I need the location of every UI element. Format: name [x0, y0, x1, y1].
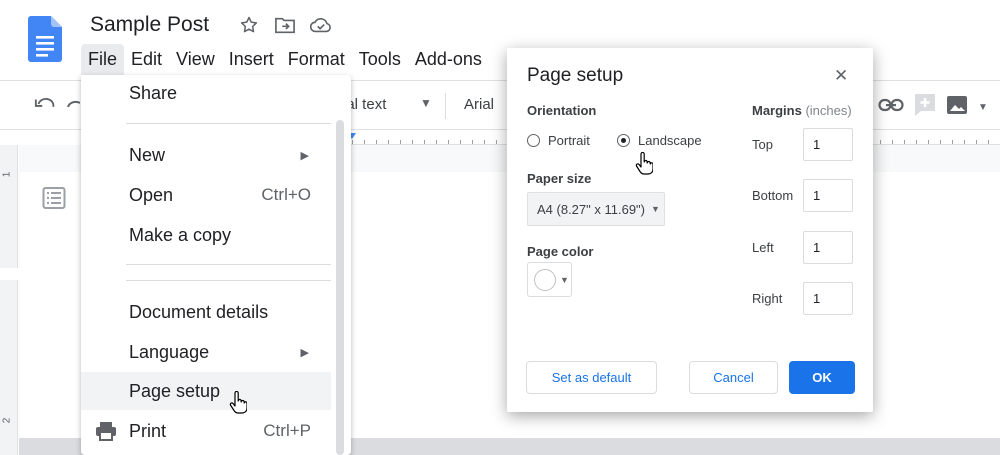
menu-item-language[interactable]: Language ▶	[81, 334, 331, 370]
move-to-folder-icon[interactable]	[274, 14, 296, 36]
menu-item-label: Make a copy	[129, 224, 232, 245]
insert-image-icon[interactable]	[946, 95, 968, 120]
menu-item-open[interactable]: Open Ctrl+O	[81, 177, 331, 213]
page-color-label: Page color	[527, 244, 594, 259]
document-outline-icon[interactable]	[42, 186, 66, 215]
menu-item-label: Page setup	[129, 380, 221, 401]
page-color-picker[interactable]: ▼	[527, 262, 572, 297]
caret-down-icon[interactable]: ▼	[420, 96, 432, 110]
cloud-saved-icon[interactable]	[310, 14, 332, 36]
menubar: File Edit View Insert Format Tools Add-o…	[81, 44, 489, 76]
menu-item-label: Share	[129, 82, 178, 103]
caret-down-icon[interactable]: ▼	[978, 102, 988, 113]
margin-bottom-input[interactable]	[803, 179, 853, 212]
menu-insert[interactable]: Insert	[222, 44, 281, 76]
shortcut-label: Ctrl+O	[261, 185, 311, 204]
docs-logo-icon[interactable]	[28, 16, 62, 62]
margin-label: Top	[752, 137, 773, 152]
set-as-default-button[interactable]: Set as default	[526, 361, 657, 394]
menu-tools[interactable]: Tools	[352, 44, 408, 76]
close-icon[interactable]: ✕	[834, 66, 848, 86]
paper-size-select[interactable]: A4 (8.27" x 11.69") ▼	[527, 192, 665, 226]
radio-circle[interactable]	[527, 134, 540, 147]
link-icon[interactable]	[878, 97, 904, 118]
submenu-arrow-icon: ▶	[300, 149, 309, 162]
document-title[interactable]: Sample Post	[90, 13, 209, 37]
margin-label: Left	[752, 240, 774, 255]
menu-item-document-details[interactable]: Document details	[81, 294, 331, 330]
dialog-title: Page setup	[527, 65, 624, 86]
menu-format[interactable]: Format	[281, 44, 352, 76]
portrait-radio[interactable]: Portrait	[527, 133, 590, 148]
orientation-label: Orientation	[527, 103, 597, 118]
color-swatch	[534, 268, 556, 291]
menu-divider	[126, 123, 331, 124]
margin-left-input[interactable]	[803, 231, 853, 264]
menu-addons[interactable]: Add-ons	[408, 44, 489, 76]
menu-file[interactable]: File	[81, 44, 125, 76]
ok-button[interactable]: OK	[789, 361, 855, 394]
menu-item-page-setup[interactable]: Page setup	[81, 372, 331, 410]
margins-label: Margins (inches)	[752, 103, 852, 118]
margin-bottom-row: Bottom	[752, 179, 853, 212]
undo-icon[interactable]	[34, 95, 56, 120]
margin-right-input[interactable]	[803, 282, 853, 315]
caret-down-icon: ▼	[651, 204, 660, 214]
redo-icon[interactable]	[66, 95, 81, 120]
margin-top-input[interactable]	[803, 128, 853, 161]
margins-title: Margins	[752, 103, 802, 118]
star-icon[interactable]	[238, 14, 260, 36]
hand-cursor-icon	[229, 390, 248, 420]
print-icon	[95, 421, 117, 446]
radio-label: Portrait	[548, 133, 590, 148]
radio-label: Landscape	[638, 133, 702, 148]
menu-item-make-copy[interactable]: Make a copy	[81, 217, 331, 253]
radio-circle[interactable]	[617, 134, 630, 147]
page-setup-dialog: Page setup ✕ Orientation Portrait Landsc…	[507, 48, 873, 412]
menu-item-new[interactable]: New ▶	[81, 137, 331, 173]
menu-divider	[126, 264, 331, 265]
menu-item-share[interactable]: Share	[81, 75, 331, 111]
margin-left-row: Left	[752, 231, 853, 264]
margin-label: Bottom	[752, 188, 794, 203]
menu-scrollbar[interactable]	[336, 120, 344, 455]
toolbar-divider	[445, 93, 446, 119]
shortcut-label: Ctrl+P	[263, 421, 311, 440]
paper-size-label: Paper size	[527, 171, 592, 186]
paper-size-value: A4 (8.27" x 11.69")	[537, 201, 645, 217]
menu-item-label: New	[129, 144, 166, 165]
menu-item-label: Document details	[129, 301, 269, 322]
add-comment-icon[interactable]	[914, 93, 936, 122]
submenu-arrow-icon: ▶	[300, 346, 309, 359]
menu-divider	[126, 280, 331, 281]
menu-item-label: Language	[129, 341, 210, 362]
ruler-number: 2	[1, 417, 13, 424]
landscape-radio[interactable]: Landscape	[617, 133, 702, 148]
font-select[interactable]: Arial	[464, 96, 494, 113]
hand-cursor-icon	[635, 151, 654, 181]
ruler-number: 1	[1, 171, 13, 178]
menu-item-print[interactable]: Print Ctrl+P	[81, 413, 331, 449]
menu-view[interactable]: View	[169, 44, 222, 76]
menu-item-label: Open	[129, 184, 174, 205]
cancel-button[interactable]: Cancel	[689, 361, 778, 394]
toolbar-right-group: ▼	[878, 93, 988, 122]
file-menu: Share New ▶ Open Ctrl+O Make a copy Docume…	[81, 75, 351, 455]
margin-top-row: Top	[752, 128, 853, 161]
margin-right-row: Right	[752, 282, 853, 315]
caret-down-icon: ▼	[560, 274, 569, 285]
menu-item-label: Print	[129, 420, 167, 441]
menu-edit[interactable]: Edit	[124, 44, 169, 76]
margin-label: Right	[752, 291, 783, 306]
vertical-ruler[interactable]: 1 2	[0, 145, 18, 455]
title-actions	[238, 14, 332, 36]
margins-unit: (inches)	[805, 103, 852, 118]
